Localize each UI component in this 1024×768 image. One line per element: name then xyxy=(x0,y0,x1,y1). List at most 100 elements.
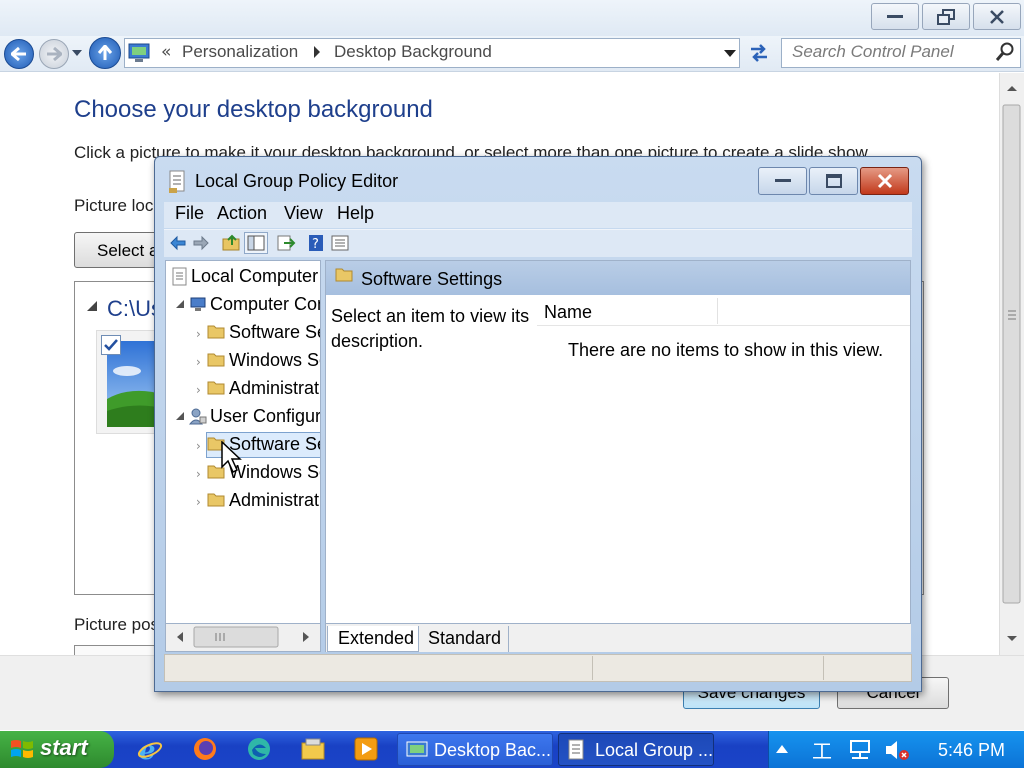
close-icon xyxy=(877,173,892,189)
up-button[interactable] xyxy=(89,37,121,69)
address-dropdown[interactable] xyxy=(720,40,740,66)
gpe-close-button[interactable] xyxy=(860,167,909,195)
forward-arrow-icon xyxy=(47,47,62,61)
show-hidden-icons-button[interactable] xyxy=(776,745,788,753)
gpe-tree-pane: Local Computer Policy Computer Configura… xyxy=(165,260,321,624)
breadcrumb-personalization[interactable]: Personalization xyxy=(182,42,298,62)
tree-computer-configuration[interactable]: Computer Configuration xyxy=(210,294,320,315)
task-label[interactable]: Desktop Bac... xyxy=(434,740,551,761)
folder-icon xyxy=(207,323,225,339)
control-panel-icon xyxy=(406,741,428,757)
mouse-cursor-icon xyxy=(221,441,243,475)
breadcrumb-desktop-background[interactable]: Desktop Background xyxy=(334,42,492,62)
maximize-icon xyxy=(825,174,842,188)
toolbar-export-list-icon[interactable] xyxy=(276,234,296,252)
toolbar-help-icon[interactable]: ? xyxy=(308,234,324,252)
gpe-maximize-button[interactable] xyxy=(809,167,858,195)
tree-collapsed-arrow-icon[interactable]: › xyxy=(196,467,201,481)
tab-extended[interactable]: Extended xyxy=(327,626,419,652)
refresh-button[interactable] xyxy=(744,38,774,68)
policy-document-icon xyxy=(172,267,188,287)
tree-collapsed-arrow-icon[interactable]: › xyxy=(196,439,201,453)
volume-muted-icon[interactable] xyxy=(884,738,910,762)
media-player-icon[interactable] xyxy=(353,736,379,762)
checkmark-icon xyxy=(104,339,118,351)
column-divider[interactable] xyxy=(717,298,718,324)
tree-expanded-arrow-icon[interactable] xyxy=(175,411,185,421)
tree-collapsed-arrow-icon[interactable]: › xyxy=(196,327,201,341)
column-header-name[interactable]: Name xyxy=(544,302,592,323)
search-icon[interactable] xyxy=(996,42,1014,62)
svg-text:?: ? xyxy=(312,237,319,252)
cp-restore-button[interactable] xyxy=(922,3,970,30)
menu-help[interactable]: Help xyxy=(333,203,378,227)
recent-pages-dropdown[interactable] xyxy=(71,46,83,60)
wallpaper-checkbox[interactable] xyxy=(101,335,121,355)
breadcrumb-arrow-icon[interactable] xyxy=(313,46,321,58)
tree-computer-administrative-templates[interactable]: Administrative Templates xyxy=(229,378,320,399)
toolbar-show-hide-tree-icon[interactable] xyxy=(244,232,268,254)
back-arrow-icon xyxy=(11,47,26,61)
start-button[interactable]: start xyxy=(0,731,114,768)
edge-icon[interactable] xyxy=(246,736,272,762)
gpe-menu-bar xyxy=(164,202,912,228)
taskbar-clock[interactable]: 5:46 PM xyxy=(938,740,1005,761)
tree-collapsed-arrow-icon[interactable]: › xyxy=(196,495,201,509)
tree-expanded-arrow-icon[interactable] xyxy=(175,299,185,309)
firefox-icon[interactable] xyxy=(192,736,218,762)
tab-standard[interactable]: Standard xyxy=(419,626,509,652)
cp-minimize-button[interactable] xyxy=(871,3,919,30)
gpe-app-icon xyxy=(168,170,188,194)
internet-explorer-icon[interactable]: e xyxy=(137,736,163,762)
task-label[interactable]: Local Group ... xyxy=(595,740,713,761)
task-local-group-policy[interactable]: Local Group ... xyxy=(558,733,714,766)
list-column-header-row xyxy=(537,296,910,326)
tree-root-local-computer-policy[interactable]: Local Computer Policy xyxy=(191,266,320,287)
breadcrumb-separator: « xyxy=(161,42,172,62)
cp-vertical-scrollbar[interactable] xyxy=(999,73,1024,655)
task-desktop-background[interactable]: Desktop Bac... xyxy=(397,733,553,766)
tree-computer-windows-settings[interactable]: Windows Settings xyxy=(229,350,320,371)
search-placeholder[interactable]: Search Control Panel xyxy=(792,42,954,62)
page-heading: Choose your desktop background xyxy=(74,96,433,123)
menu-view[interactable]: View xyxy=(280,203,327,227)
status-divider xyxy=(592,656,593,680)
start-label[interactable]: start xyxy=(40,735,88,761)
chevron-down-icon xyxy=(72,50,82,56)
menu-action[interactable]: Action xyxy=(213,203,271,227)
control-panel-icon xyxy=(128,41,150,63)
back-button[interactable] xyxy=(4,39,34,69)
collapse-group-icon[interactable] xyxy=(86,300,98,312)
toolbar-properties-icon[interactable] xyxy=(331,234,349,252)
computer-config-icon xyxy=(189,295,207,313)
folder-icon xyxy=(335,266,353,282)
tree-collapsed-arrow-icon[interactable]: › xyxy=(196,355,201,369)
tree-collapsed-arrow-icon[interactable]: › xyxy=(196,383,201,397)
forward-button[interactable] xyxy=(39,39,69,69)
toolbar-up-folder-icon[interactable] xyxy=(222,234,242,252)
minimize-icon xyxy=(887,14,903,18)
input-method-icon[interactable]: ⼯ xyxy=(812,738,836,762)
chevron-down-icon xyxy=(724,49,736,57)
toolbar-back-icon[interactable] xyxy=(169,235,187,251)
minimize-icon xyxy=(774,179,791,182)
folder-icon xyxy=(207,491,225,507)
tree-horizontal-scrollbar[interactable] xyxy=(165,624,321,652)
tree-user-configuration[interactable]: User Configuration xyxy=(210,406,320,427)
up-arrow-icon xyxy=(98,45,112,60)
tree-computer-software-settings[interactable]: Software Settings xyxy=(229,322,320,343)
toolbar-forward-icon[interactable] xyxy=(192,235,210,251)
gpe-minimize-button[interactable] xyxy=(758,167,807,195)
gpe-app-icon xyxy=(568,739,584,760)
cp-close-button[interactable] xyxy=(973,3,1021,30)
description-prompt: Select an item to view its description. xyxy=(331,306,530,351)
file-explorer-icon[interactable] xyxy=(300,736,326,762)
tree-user-administrative-templates[interactable]: Administrative Templates xyxy=(229,490,320,511)
refresh-icon xyxy=(751,44,767,62)
folder-icon xyxy=(207,379,225,395)
status-divider xyxy=(823,656,824,680)
menu-file[interactable]: File xyxy=(171,203,208,227)
network-icon[interactable] xyxy=(848,738,872,762)
user-config-icon xyxy=(189,407,207,425)
gpe-window-title: Local Group Policy Editor xyxy=(195,171,399,191)
